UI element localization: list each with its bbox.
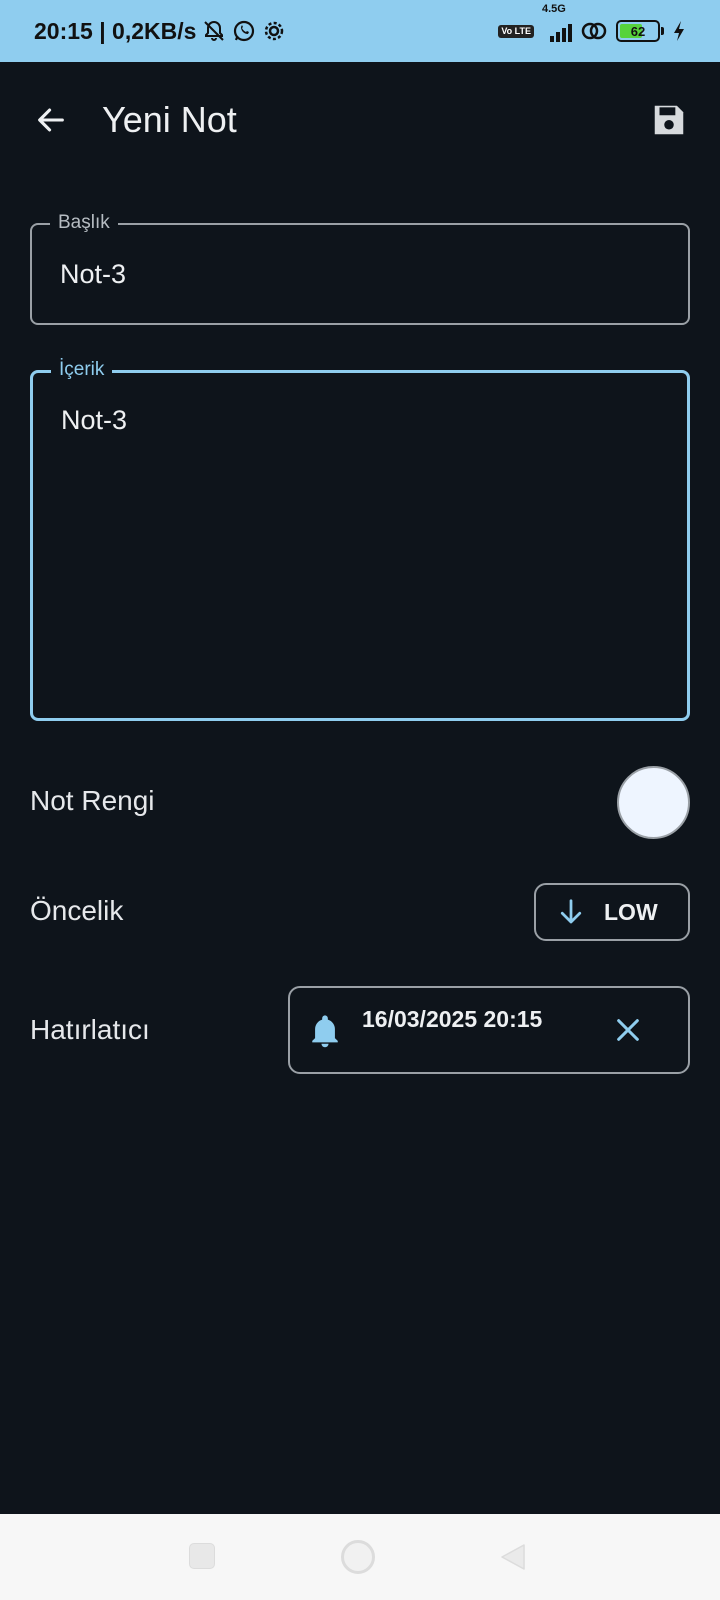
bell-icon (308, 1012, 342, 1055)
hotspot-link-icon (580, 20, 608, 42)
save-icon (654, 105, 684, 135)
back-triangle-icon (501, 1544, 525, 1570)
content-field[interactable]: İçerik Not-3 (30, 359, 690, 721)
close-icon (617, 1019, 639, 1041)
title-field[interactable]: Başlık Not-3 (30, 212, 690, 325)
content-field-label: İçerik (51, 359, 113, 381)
reminder-date: 16/03/2025 20:15 (362, 1006, 543, 1032)
title-field-value[interactable]: Not-3 (60, 259, 126, 290)
note-color-picker[interactable] (617, 766, 690, 839)
battery-icon: 62 (616, 20, 664, 42)
home-button[interactable] (341, 1540, 375, 1574)
priority-button[interactable]: LOW (534, 883, 690, 941)
back-nav-button[interactable] (500, 1543, 526, 1576)
arrow-left-icon (38, 108, 64, 132)
volte-badge: Vo LTE (498, 24, 534, 38)
bell-off-icon (202, 19, 226, 43)
charging-bolt-icon (672, 20, 686, 42)
recent-apps-button[interactable] (189, 1543, 215, 1569)
back-button[interactable] (30, 99, 72, 141)
whatsapp-icon (232, 19, 256, 43)
priority-value: LOW (604, 898, 658, 925)
settings-icon (262, 19, 286, 43)
reminder-button[interactable]: 16/03/2025 20:15 (288, 986, 690, 1074)
page-title: Yeni Not (102, 99, 237, 140)
status-left: 20:15 | 0,2KB/s (34, 18, 286, 45)
status-time-speed: 20:15 | 0,2KB/s (34, 17, 197, 44)
battery-body: 62 (616, 20, 660, 42)
status-right: Vo LTE 4.5G 62 (498, 4, 686, 44)
title-field-label: Başlık (50, 212, 118, 234)
clear-reminder-button[interactable] (612, 1014, 644, 1046)
signal-icon: 4.5G (542, 4, 572, 44)
network-type-label: 4.5G (542, 3, 566, 15)
content-field-value[interactable]: Not-3 (61, 405, 127, 436)
system-nav-bar (0, 1514, 720, 1600)
battery-level: 62 (630, 23, 646, 39)
note-color-label: Not Rengi (30, 785, 155, 816)
reminder-label: Hatırlatıcı (30, 1014, 150, 1045)
battery-cap (661, 27, 664, 35)
priority-label: Öncelik (30, 895, 124, 926)
app-bar: Yeni Not (0, 62, 720, 178)
arrow-down-icon (560, 899, 582, 924)
save-button[interactable] (648, 99, 690, 141)
status-bar: 20:15 | 0,2KB/s Vo LTE 4.5G 62 (0, 0, 720, 62)
